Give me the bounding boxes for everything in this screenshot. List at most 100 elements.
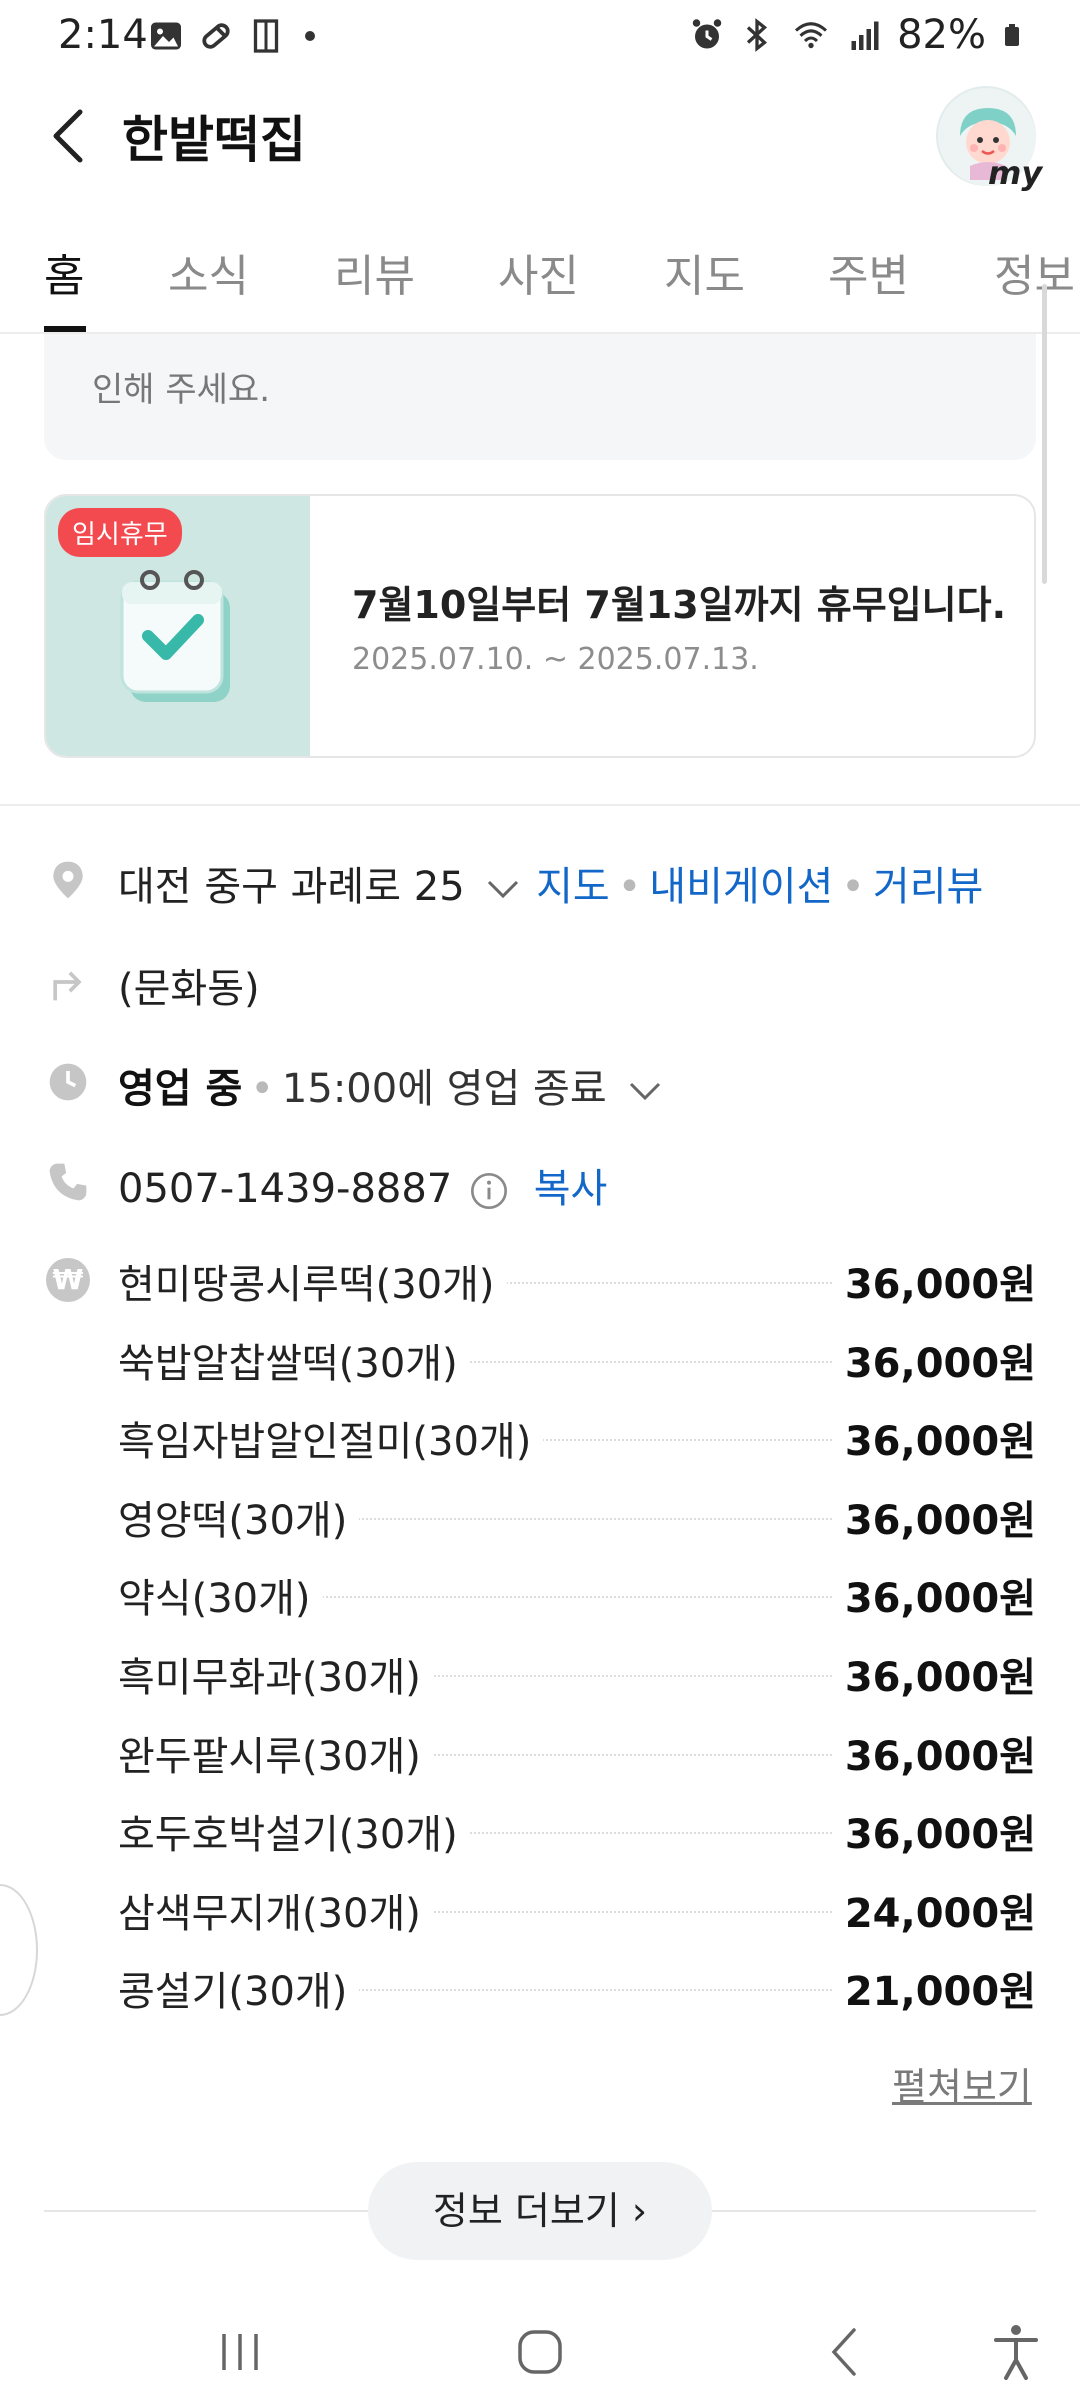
- phone-line: 0507-1439-8887 복사: [118, 1156, 607, 1214]
- page-title: 한밭떡집: [122, 111, 306, 169]
- menu-item: 영양떡(30개) 36,000원: [118, 1488, 1036, 1548]
- tab-nearby[interactable]: 주변: [828, 240, 909, 304]
- menu-item-price: 24,000원: [832, 1881, 1036, 1939]
- back-icon[interactable]: [806, 2312, 886, 2392]
- pill-icon: [202, 23, 230, 49]
- battery-text: 82%: [897, 12, 986, 58]
- won-icon: ₩: [46, 1258, 90, 1302]
- location-pin-icon: [53, 861, 83, 899]
- menu-item-price: 36,000원: [832, 1488, 1036, 1546]
- menu-item: 흑임자밥알인절미(30개) 36,000원: [118, 1409, 1036, 1469]
- floating-side-button[interactable]: [0, 1884, 38, 2016]
- menu-item-name: 콩설기(30개): [118, 1959, 360, 2017]
- notice-text: 인해 주세요.: [92, 370, 271, 410]
- phone-number[interactable]: 0507-1439-8887: [118, 1166, 452, 1212]
- menu-item-price: 36,000원: [832, 1802, 1036, 1860]
- door-icon: [253, 19, 279, 53]
- signal-icon: [851, 21, 879, 50]
- menu-item-price: 36,000원: [832, 1331, 1036, 1389]
- phone-row: 0507-1439-8887 복사: [0, 1146, 1080, 1216]
- temporary-closure-badge: 임시휴무: [58, 508, 182, 557]
- holiday-image: 임시휴무: [46, 496, 310, 756]
- menu-item: 호두호박설기(30개) 36,000원: [118, 1802, 1036, 1862]
- menu-item: 콩설기(30개) 21,000원: [118, 1959, 1036, 2019]
- separator-dot: •: [841, 864, 865, 910]
- header: 한밭떡집 my: [0, 76, 1080, 196]
- back-arrow-icon[interactable]: [36, 100, 108, 172]
- tab-news[interactable]: 소식: [168, 240, 249, 304]
- clock-icon: [49, 1063, 87, 1101]
- menu-item-name: 약식(30개): [118, 1566, 323, 1624]
- section-divider: [0, 804, 1080, 806]
- navigation-link[interactable]: 내비게이션: [649, 864, 833, 910]
- tab-indicator: [44, 326, 86, 332]
- map-link[interactable]: 지도: [536, 864, 610, 910]
- closing-time: 15:00에 영업 종료: [281, 1066, 607, 1112]
- menu-item: 흑미무화과(30개) 36,000원: [118, 1645, 1036, 1705]
- alarm-icon: [692, 19, 722, 49]
- menu-item-price: 21,000원: [832, 1959, 1036, 2017]
- menu-item: 쑥밥알찹쌀떡(30개) 36,000원: [118, 1331, 1036, 1391]
- separator-dot: •: [617, 864, 642, 910]
- menu-item-price: 36,000원: [832, 1566, 1036, 1624]
- menu-item: 약식(30개) 36,000원: [118, 1566, 1036, 1626]
- menu-item-name: 영양떡(30개): [118, 1488, 360, 1546]
- battery-icon: [1005, 24, 1019, 46]
- tab-map[interactable]: 지도: [664, 240, 745, 304]
- holiday-card[interactable]: 임시휴무 7월10일부터 7월13일까지 휴무입니다. 2025.07.10. …: [44, 494, 1036, 758]
- scrollbar[interactable]: [1042, 284, 1047, 584]
- home-icon[interactable]: [500, 2312, 580, 2392]
- image-icon: [151, 22, 181, 50]
- wifi-icon: [795, 22, 828, 49]
- menu-item-name: 쑥밥알찹쌀떡(30개): [118, 1331, 470, 1389]
- copy-link[interactable]: 복사: [534, 1166, 608, 1212]
- holiday-title: 7월10일부터 7월13일까지 휴무입니다.: [352, 583, 1007, 627]
- turn-arrow-icon: [53, 971, 82, 1001]
- tab-home[interactable]: 홈: [44, 240, 84, 304]
- tab-reviews[interactable]: 리뷰: [334, 240, 415, 304]
- separator-dot: •: [250, 1066, 274, 1112]
- status-left-icons: [148, 18, 322, 54]
- status-right-icons: 82%: [689, 12, 1024, 58]
- menu-item-name: 현미땅콩시루떡(30개): [118, 1252, 507, 1310]
- status-bar: 2:14 82%: [0, 0, 1080, 76]
- menu-item-name: 완두팥시루(30개): [118, 1724, 433, 1782]
- address-text: 대전 중구 과례로 25: [118, 864, 465, 910]
- recent-apps-icon[interactable]: [200, 2312, 280, 2392]
- menu-item-name: 흑임자밥알인절미(30개): [118, 1409, 544, 1467]
- hours-row: 영업 중 • 15:00에 영업 종료: [0, 1046, 1080, 1116]
- more-info-button[interactable]: 정보 더보기 ›: [368, 2162, 712, 2260]
- jibun-row: (문화동): [0, 946, 1080, 1016]
- menu-item: 삼색무지개(30개) 24,000원: [118, 1881, 1036, 1941]
- menu-item-name: 호두호박설기(30개): [118, 1802, 470, 1860]
- menu-item-name: 흑미무화과(30개): [118, 1645, 433, 1703]
- tab-info[interactable]: 정보: [994, 240, 1075, 304]
- menu-item: 완두팥시루(30개) 36,000원: [118, 1724, 1036, 1784]
- menu-item-price: 36,000원: [832, 1409, 1036, 1467]
- my-label: my: [988, 154, 1043, 192]
- bluetooth-icon: [746, 18, 768, 52]
- hours-line[interactable]: 영업 중 • 15:00에 영업 종료: [118, 1056, 665, 1114]
- menu-item-price: 36,000원: [832, 1724, 1036, 1782]
- status-time: 2:14: [58, 12, 148, 58]
- open-status: 영업 중: [118, 1066, 243, 1112]
- menu-item: 현미땅콩시루떡(30개) 36,000원: [118, 1252, 1036, 1312]
- accessibility-icon[interactable]: [976, 2312, 1056, 2392]
- address-row: 대전 중구 과례로 25 지도 • 내비게이션 • 거리뷰: [0, 844, 1080, 914]
- menu-item-price: 36,000원: [832, 1645, 1036, 1703]
- phone-icon: [49, 1163, 87, 1201]
- expand-menu-link[interactable]: 펼쳐보기: [892, 2056, 1032, 2111]
- menu-item-price: 36,000원: [832, 1252, 1036, 1310]
- tab-bar: 홈 소식 리뷰 사진 지도 주변 정보: [0, 230, 1080, 334]
- chevron-down-icon[interactable]: [625, 1076, 665, 1106]
- jibun-text: (문화동): [118, 966, 260, 1012]
- system-nav-bar: [0, 2292, 1080, 2408]
- streetview-link[interactable]: 거리뷰: [873, 864, 983, 910]
- info-circle-icon[interactable]: [469, 1171, 509, 1211]
- address-line: 대전 중구 과례로 25 지도 • 내비게이션 • 거리뷰: [118, 854, 983, 912]
- holiday-date: 2025.07.10. ~ 2025.07.13.: [352, 642, 759, 677]
- dot-icon: [305, 31, 315, 41]
- chevron-down-icon[interactable]: [483, 874, 523, 904]
- menu-item-name: 삼색무지개(30개): [118, 1881, 433, 1939]
- tab-photos[interactable]: 사진: [498, 240, 579, 304]
